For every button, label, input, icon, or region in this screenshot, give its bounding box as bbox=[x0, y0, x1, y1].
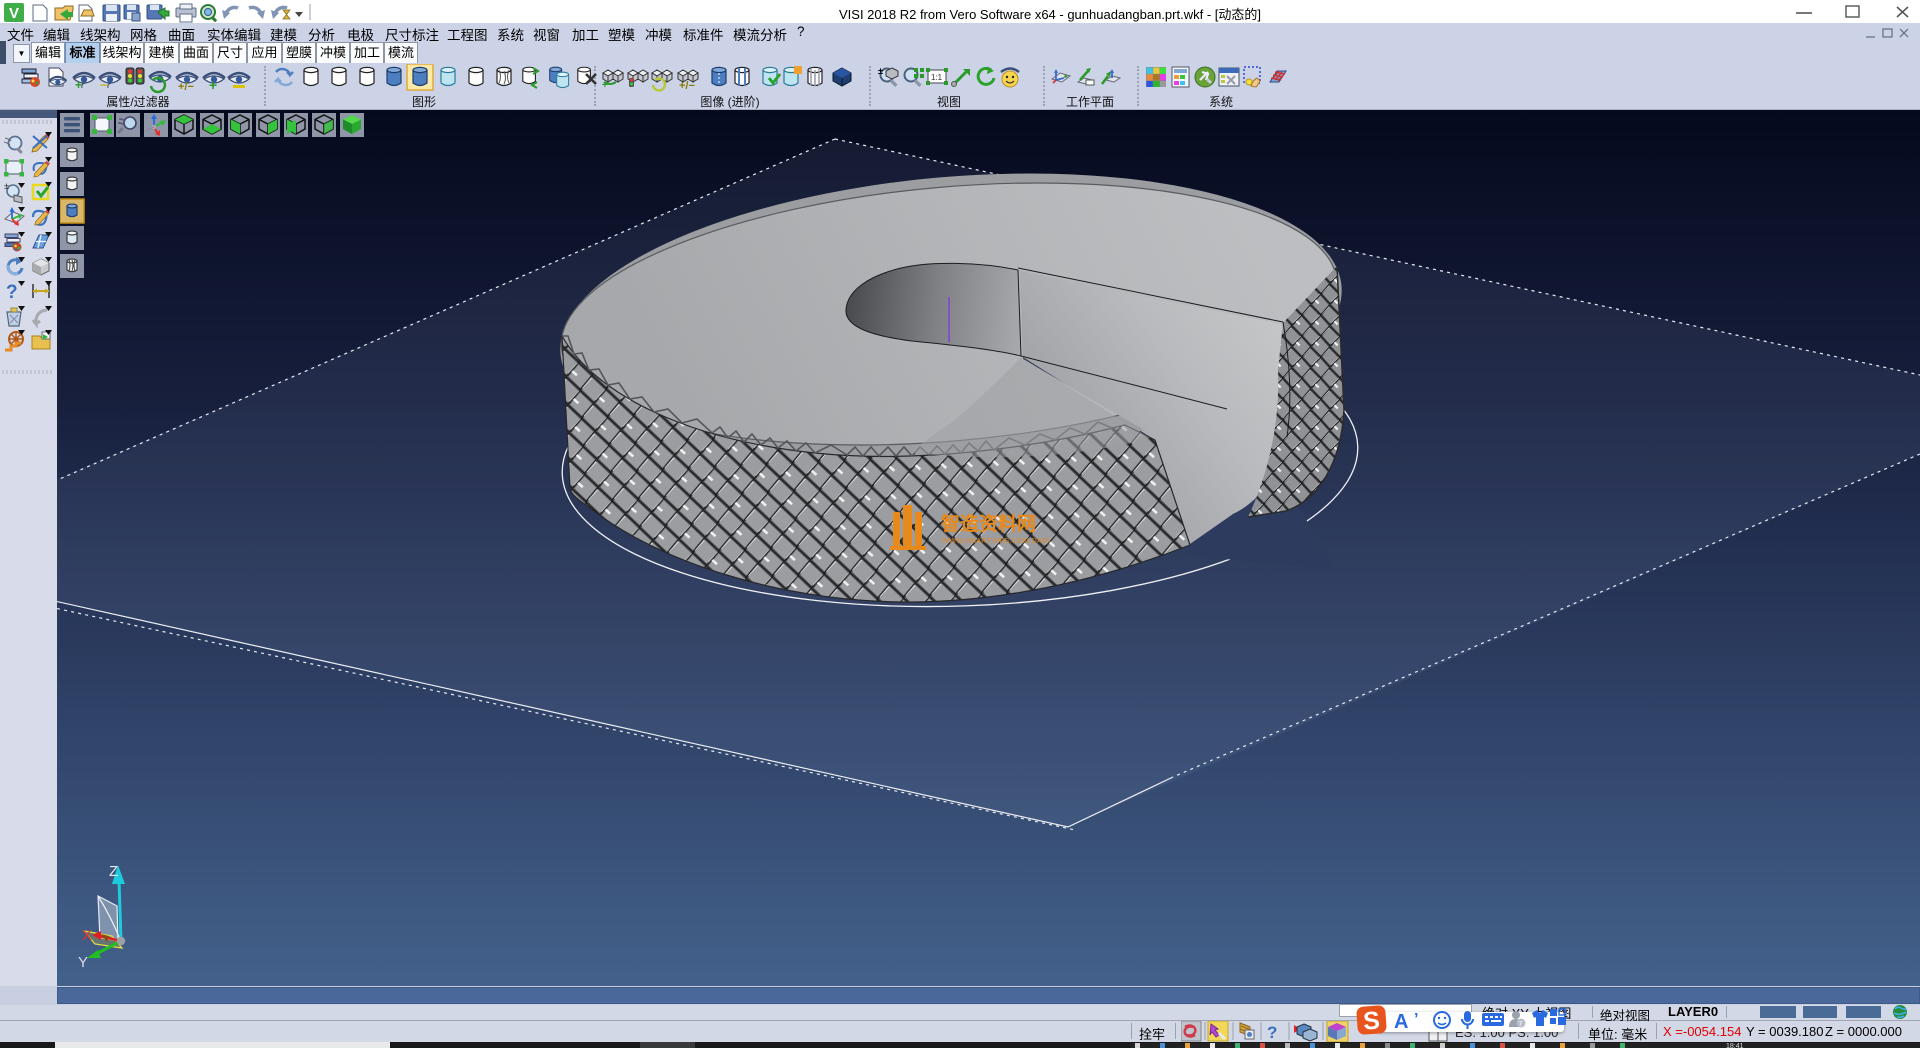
svg-text:A: A bbox=[1394, 1011, 1408, 1033]
svg-text:−: − bbox=[100, 78, 107, 92]
svg-text:±: ± bbox=[4, 181, 9, 191]
svg-text:Z: Z bbox=[109, 863, 118, 880]
svg-text:1:1: 1:1 bbox=[931, 73, 943, 82]
svg-text:Y: Y bbox=[78, 954, 88, 971]
svg-text:?: ? bbox=[6, 282, 18, 303]
svg-text:S: S bbox=[1362, 1006, 1381, 1035]
svg-text:智造资料网: 智造资料网 bbox=[941, 512, 1036, 535]
svg-text:+/−: +/− bbox=[178, 81, 194, 93]
svg-text:+: + bbox=[209, 77, 217, 93]
svg-text:7: 7 bbox=[1519, 1021, 1523, 1028]
svg-text:+: + bbox=[602, 80, 608, 91]
svg-text:’: ’ bbox=[1414, 1011, 1418, 1028]
svg-text:?: ? bbox=[1267, 1023, 1277, 1042]
svg-text:±: ± bbox=[878, 66, 883, 76]
svg-text:+/−: +/− bbox=[679, 80, 695, 92]
svg-text:18:41: 18:41 bbox=[1726, 1043, 1744, 1048]
svg-text:X: X bbox=[82, 927, 92, 944]
svg-text:WWW.SMART-MFG.COM DATA: WWW.SMART-MFG.COM DATA bbox=[942, 536, 1050, 545]
svg-text:+: + bbox=[75, 78, 82, 92]
svg-text:V: V bbox=[9, 5, 19, 22]
